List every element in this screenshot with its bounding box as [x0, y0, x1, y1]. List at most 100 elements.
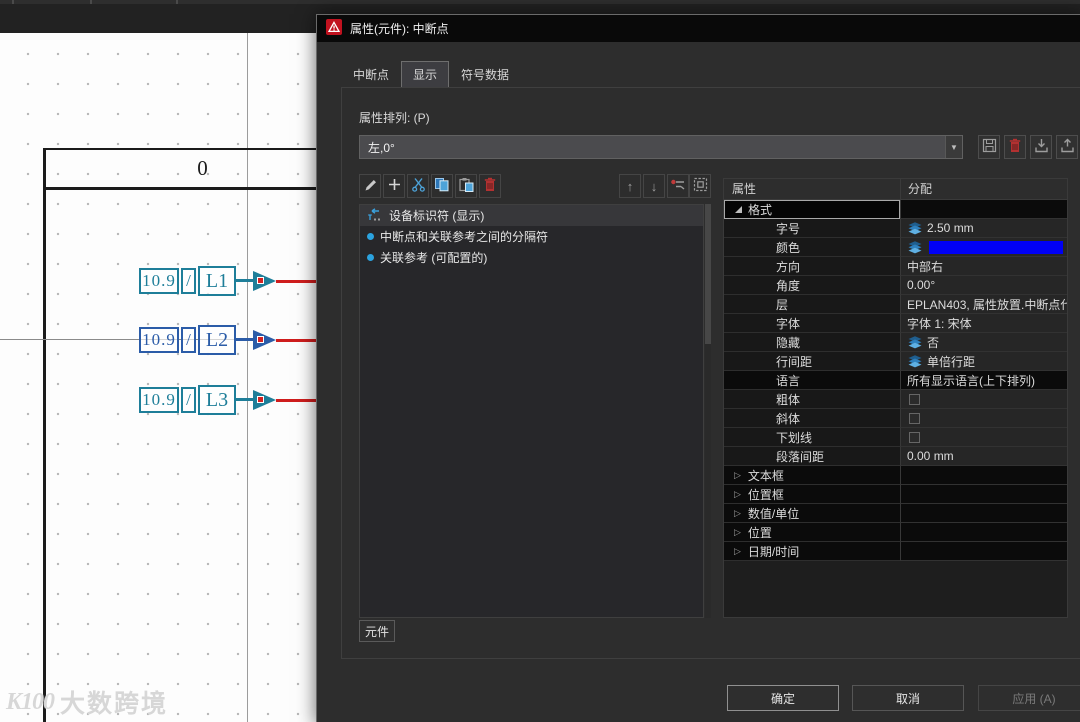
table-row[interactable]: 字号 2.50 mm	[724, 219, 1067, 238]
property-name-cell[interactable]: 颜色	[724, 238, 900, 257]
checkbox[interactable]	[909, 393, 920, 405]
assignment-cell[interactable]: 2.50 mm	[900, 219, 1067, 238]
expanded-triangle-icon[interactable]	[735, 206, 742, 213]
assignment-cell[interactable]: EPLAN403, 属性放置.中断点代号	[900, 295, 1067, 314]
table-row[interactable]: 角度 0.00°	[724, 276, 1067, 295]
cancel-button[interactable]: 取消	[852, 685, 964, 711]
assignment-cell[interactable]: 字体 1: 宋体	[900, 314, 1067, 333]
property-name-cell[interactable]: ▷ 位置框	[724, 485, 900, 504]
property-name-cell[interactable]: 角度	[724, 276, 900, 295]
assignment-cell[interactable]	[900, 504, 1067, 523]
assignment-cell[interactable]	[900, 485, 1067, 504]
move-down-button[interactable]: ↓	[643, 174, 665, 198]
table-row[interactable]: 层 EPLAN403, 属性放置.中断点代号	[724, 295, 1067, 314]
assignment-cell[interactable]: 所有显示语言(上下排列)	[900, 371, 1067, 390]
collapsed-triangle-icon[interactable]: ▷	[734, 508, 741, 519]
import-button[interactable]	[1030, 135, 1052, 159]
table-row[interactable]: 格式	[724, 200, 1067, 219]
property-name-cell[interactable]: 层	[724, 295, 900, 314]
property-name-cell[interactable]: 方向	[724, 257, 900, 276]
list-item[interactable]: 中断点和关联参考之间的分隔符	[360, 226, 703, 247]
table-row[interactable]: 下划线	[724, 428, 1067, 447]
watermark: K100 大数跨境	[6, 684, 168, 720]
property-arrangement-dropdown[interactable]: 左,0° ▼	[359, 135, 963, 159]
collapsed-triangle-icon[interactable]: ▷	[734, 489, 741, 500]
selection-frame-button[interactable]	[689, 174, 711, 198]
tab-display[interactable]: 显示	[401, 61, 450, 88]
assignment-cell[interactable]: 0.00 mm	[900, 447, 1067, 466]
table-row[interactable]: 粗体	[724, 390, 1067, 409]
apply-button[interactable]: 应用 (A)	[978, 685, 1080, 711]
property-name-cell[interactable]: ▷ 文本框	[724, 466, 900, 485]
ok-button[interactable]: 确定	[727, 685, 839, 711]
property-name-cell[interactable]: 斜体	[724, 409, 900, 428]
table-row[interactable]: 段落间距 0.00 mm	[724, 447, 1067, 466]
table-row[interactable]: ▷ 数值/单位	[724, 504, 1067, 523]
delete-button[interactable]	[1004, 135, 1026, 159]
tab-symbol-data[interactable]: 符号数据	[449, 61, 521, 88]
collapsed-triangle-icon[interactable]: ▷	[734, 546, 741, 557]
assignment-cell[interactable]: 单倍行距	[900, 352, 1067, 371]
assignment-cell[interactable]	[900, 466, 1067, 485]
list-item-label: 关联参考 (可配置的)	[380, 251, 488, 265]
property-name-cell[interactable]: 下划线	[724, 428, 900, 447]
checkbox[interactable]	[909, 412, 920, 424]
property-name-cell[interactable]: 段落间距	[724, 447, 900, 466]
move-up-button[interactable]: ↑	[619, 174, 641, 198]
assignment-cell[interactable]	[900, 523, 1067, 542]
property-name-cell[interactable]: 行间距	[724, 352, 900, 371]
paste-button[interactable]	[455, 174, 477, 198]
collapsed-triangle-icon[interactable]: ▷	[734, 527, 741, 538]
assignment-cell[interactable]: 0.00°	[900, 276, 1067, 295]
assignment-cell[interactable]	[900, 409, 1067, 428]
table-row[interactable]: ▷ 日期/时间	[724, 542, 1067, 561]
table-row[interactable]: 方向 中部右	[724, 257, 1067, 276]
scrollbar-thumb[interactable]	[705, 204, 711, 344]
assignment-cell[interactable]	[900, 428, 1067, 447]
assignment-value: 0.00°	[907, 278, 936, 292]
save-button[interactable]	[978, 135, 1000, 159]
trash-button[interactable]	[479, 174, 501, 198]
property-table: 属性 分配 格式 字号 2.50 mm 颜色 方向 中部右 角度 0.00° 层 EPLAN403…	[723, 178, 1068, 618]
table-row[interactable]: 颜色	[724, 238, 1067, 257]
bottom-tab-element[interactable]: 元件	[359, 620, 395, 642]
list-item[interactable]: 设备标识符 (显示)	[360, 205, 703, 226]
table-row[interactable]: ▷ 位置	[724, 523, 1067, 542]
color-swatch[interactable]	[929, 240, 1063, 254]
property-name-cell[interactable]: ▷ 位置	[724, 523, 900, 542]
property-name-cell[interactable]: 字号	[724, 219, 900, 238]
property-name-cell[interactable]: 字体	[724, 314, 900, 333]
table-row[interactable]: 斜体	[724, 409, 1067, 428]
table-row[interactable]: 语言 所有显示语言(上下排列)	[724, 371, 1067, 390]
table-row[interactable]: 隐藏 否	[724, 333, 1067, 352]
assignment-cell[interactable]: 中部右	[900, 257, 1067, 276]
property-name-cell[interactable]: 粗体	[724, 390, 900, 409]
assignment-cell[interactable]	[900, 542, 1067, 561]
property-name-cell[interactable]: ▷ 日期/时间	[724, 542, 900, 561]
align-reference-button[interactable]	[667, 174, 689, 198]
table-row[interactable]: ▷ 文本框	[724, 466, 1067, 485]
assignment-cell[interactable]: 否	[900, 333, 1067, 352]
assignment-cell[interactable]	[900, 238, 1067, 257]
assignment-cell[interactable]	[900, 390, 1067, 409]
tab-interruption-point[interactable]: 中断点	[341, 61, 401, 88]
collapsed-triangle-icon[interactable]: ▷	[734, 470, 741, 481]
chevron-down-icon[interactable]: ▼	[945, 136, 962, 158]
list-scrollbar[interactable]	[705, 204, 711, 618]
property-name-cell[interactable]: ▷ 数值/单位	[724, 504, 900, 523]
edit-button[interactable]	[359, 174, 381, 198]
list-item[interactable]: 关联参考 (可配置的)	[360, 247, 703, 268]
table-row[interactable]: 字体 字体 1: 宋体	[724, 314, 1067, 333]
table-row[interactable]: ▷ 位置框	[724, 485, 1067, 504]
warning-icon	[326, 19, 342, 38]
export-button[interactable]	[1056, 135, 1078, 159]
checkbox[interactable]	[909, 431, 920, 443]
assignment-cell[interactable]	[900, 200, 1067, 219]
add-button[interactable]	[383, 174, 405, 198]
property-name-cell[interactable]: 格式	[724, 200, 900, 219]
table-row[interactable]: 行间距 单倍行距	[724, 352, 1067, 371]
property-name-cell[interactable]: 语言	[724, 371, 900, 390]
copy-button[interactable]	[431, 174, 453, 198]
property-name-cell[interactable]: 隐藏	[724, 333, 900, 352]
cut-button[interactable]	[407, 174, 429, 198]
